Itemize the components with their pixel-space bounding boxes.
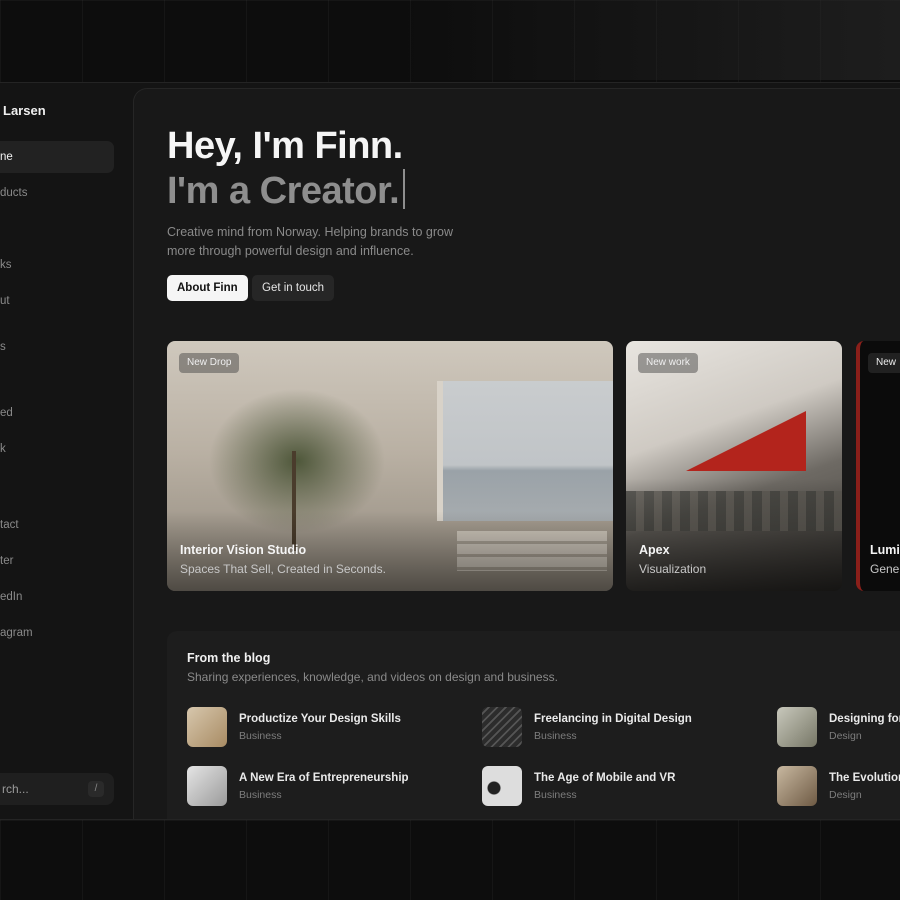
blog-section: From the blog Sharing experiences, knowl… [167,631,900,819]
sidebar-item-label: tact [0,519,19,531]
post-thumbnail [482,766,522,806]
sidebar-item-contact[interactable]: tact [0,509,114,541]
card-image-office [626,491,842,531]
sidebar-item-twitter[interactable]: ter [0,545,114,577]
card-title: Lumi [870,543,900,557]
card-subtitle: Visualization [639,562,707,576]
card-title: Interior Vision Studio [180,543,307,557]
sidebar-item-label: k [0,443,6,455]
sidebar-item-9[interactable]: k [0,433,114,465]
main-panel: Hey, I'm Finn. I'm a Creator. Creative m… [133,88,900,819]
sidebar-item-works[interactable]: ks [0,249,114,281]
post-thumbnail [187,707,227,747]
app-window: Larsen ne ducts ks ut s ed k tact ter ed… [0,82,900,820]
sidebar-item-linkedin[interactable]: edIn [0,581,114,613]
sidebar-item-label: ks [0,259,12,271]
sidebar-item-label: ut [0,295,10,307]
post-category: Design [829,789,862,801]
post-category: Business [534,789,577,801]
sidebar-item-home[interactable]: ne [0,141,114,173]
post-title: The Age of Mobile and VR [534,772,676,784]
card-image-window [437,381,613,521]
post-thumbnail [777,766,817,806]
post-title: A New Era of Entrepreneurship [239,772,409,784]
sidebar-item-about[interactable]: ut [0,285,114,317]
project-card-lumi[interactable]: New Lumi Gene [856,341,900,591]
about-button[interactable]: About Finn [167,275,248,301]
card-badge: New work [638,353,698,373]
card-badge: New [868,353,900,373]
hero-heading: Hey, I'm Finn. [167,125,403,167]
sidebar-item-7[interactable] [0,359,114,391]
card-image-red-wall [686,411,806,471]
post-title: The Evolution [829,772,900,784]
sidebar: Larsen ne ducts ks ut s ed k tact ter ed… [0,83,133,819]
post-category: Business [239,730,282,742]
sidebar-item-3[interactable] [0,213,114,245]
card-subtitle: Gene [870,562,900,576]
sidebar-item-label: ducts [0,187,28,199]
sidebar-item-label: agram [0,627,33,639]
project-card-apex[interactable]: New work Apex Visualization [626,341,842,591]
typing-caret [403,169,406,209]
post-thumbnail [777,707,817,747]
sidebar-item-label: ne [0,151,13,163]
card-badge: New Drop [179,353,240,373]
card-subtitle: Spaces That Sell, Created in Seconds. [180,562,386,576]
post-title: Productize Your Design Skills [239,713,401,725]
sidebar-item-products[interactable]: ducts [0,177,114,209]
post-category: Business [534,730,577,742]
search-placeholder: rch... [2,782,29,796]
post-category: Business [239,789,282,801]
hero-subheading: I'm a Creator. [167,169,406,213]
hero-intro: Creative mind from Norway. Helping brand… [167,225,453,258]
blog-subtitle: Sharing experiences, knowledge, and vide… [187,670,558,684]
blog-title: From the blog [187,651,271,665]
sidebar-item-label: ed [0,407,13,419]
sidebar-item-8[interactable]: ed [0,397,114,429]
brand-name: Larsen [3,103,46,118]
background-glow [400,0,900,80]
hero-subheading-text: I'm a Creator. [167,170,400,212]
post-thumbnail [482,707,522,747]
search-input[interactable]: rch... / [0,773,114,805]
card-title: Apex [639,543,670,557]
sidebar-item-label: ter [0,555,14,567]
sidebar-item-instagram[interactable]: agram [0,617,114,649]
post-category: Design [829,730,862,742]
post-thumbnail [187,766,227,806]
get-in-touch-button[interactable]: Get in touch [252,275,335,301]
post-title: Freelancing in Digital Design [534,713,692,725]
project-card-interior-vision[interactable]: New Drop Interior Vision Studio Spaces T… [167,341,613,591]
search-shortcut-key: / [88,781,104,797]
sidebar-item-label: edIn [0,591,23,603]
post-title: Designing for [829,713,900,725]
